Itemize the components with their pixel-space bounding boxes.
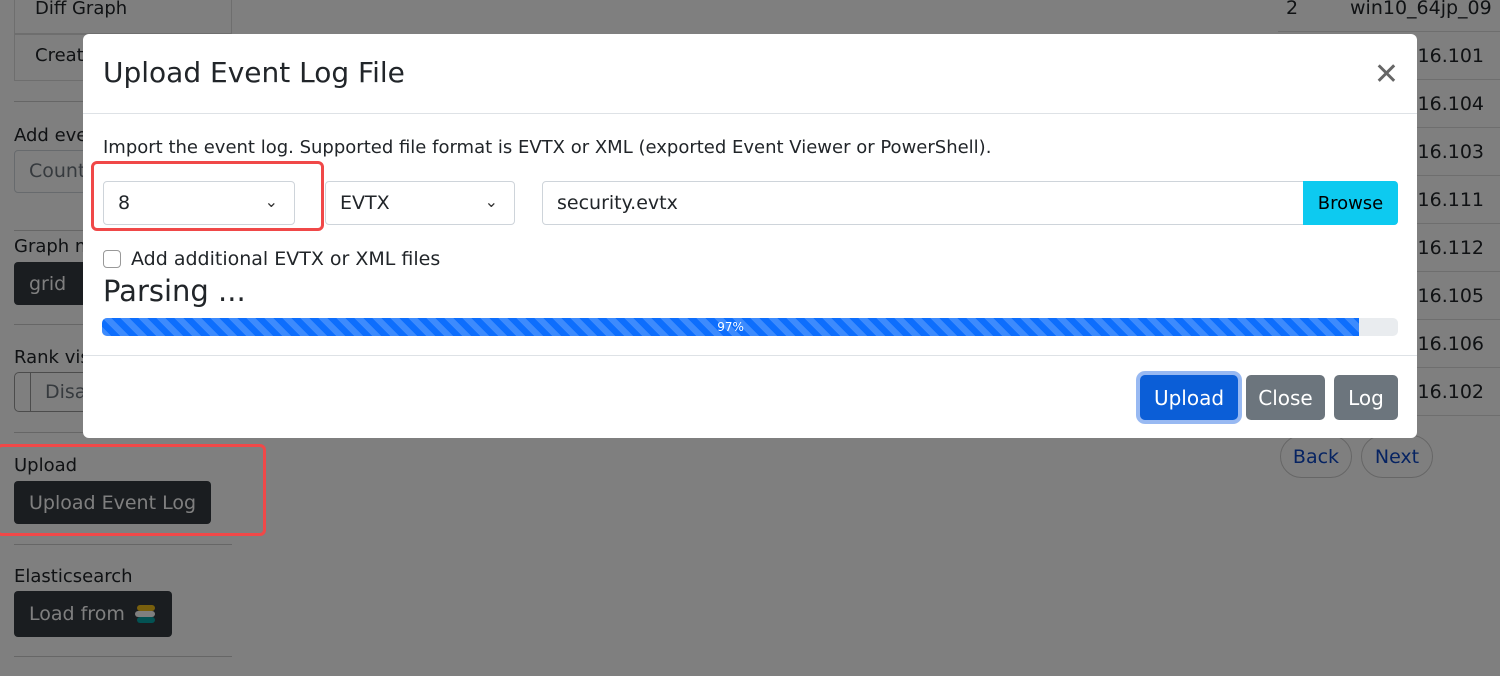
chevron-down-icon: ⌄ — [484, 192, 498, 211]
format-select[interactable]: EVTX ⌄ — [325, 181, 515, 225]
modal-description: Import the event log. Supported file for… — [103, 137, 992, 158]
close-icon[interactable]: ✕ — [1374, 60, 1399, 90]
upload-modal: Upload Event Log File ✕ Import the event… — [83, 34, 1417, 438]
upload-button[interactable]: Upload — [1140, 375, 1238, 420]
button-label: Log — [1348, 385, 1384, 410]
button-label: Close — [1258, 385, 1313, 410]
browse-button[interactable]: Browse — [1303, 181, 1398, 225]
button-label: Upload — [1153, 385, 1225, 410]
parsing-status: Parsing ... — [103, 274, 246, 308]
modal-header: Upload Event Log File ✕ — [83, 34, 1417, 114]
file-input[interactable]: security.evtx Browse — [542, 181, 1398, 225]
highlight-box — [0, 444, 266, 536]
select-value: EVTX — [340, 192, 390, 214]
file-name: security.evtx — [557, 192, 678, 214]
modal-title: Upload Event Log File — [103, 56, 405, 89]
progress-fill: 97% — [102, 318, 1360, 336]
log-button[interactable]: Log — [1334, 375, 1398, 420]
additional-files-option[interactable]: Add additional EVTX or XML files — [103, 248, 440, 270]
checkbox[interactable] — [103, 250, 121, 268]
highlight-box — [91, 161, 324, 231]
progress-bar: 97% — [102, 318, 1398, 336]
footer-divider — [83, 355, 1417, 356]
close-button[interactable]: Close — [1246, 375, 1325, 420]
checkbox-label: Add additional EVTX or XML files — [131, 248, 441, 270]
